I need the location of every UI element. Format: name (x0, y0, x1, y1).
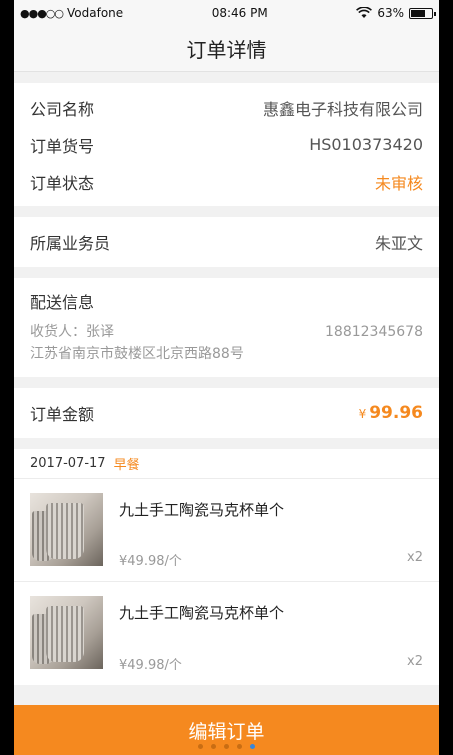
product-quantity: x2 (407, 654, 423, 669)
company-row: 公司名称 惠鑫电子科技有限公司 (14, 89, 439, 126)
product-price: ¥49.98/个 (119, 554, 182, 569)
company-label: 公司名称 (30, 99, 95, 119)
status-time: 08:46 PM (211, 6, 268, 20)
order-status-label: 订单状态 (30, 173, 95, 193)
amount-card: 订单金额 ¥99.96 (14, 388, 439, 438)
page-indicator (14, 744, 439, 749)
order-info-card: 公司名称 惠鑫电子科技有限公司 订单货号 HS010373420 订单状态 未审… (14, 83, 439, 206)
product-image (30, 596, 103, 669)
product-item[interactable]: 九土手工陶瓷马克杯单个 ¥49.98/个 x2 (14, 479, 439, 582)
nav-bar: 订单详情 (14, 26, 439, 72)
meal-type: 早餐 (113, 458, 140, 473)
phone-screen: ●●●○○ Vodafone 08:46 PM 63% 订单详情 公司名称 惠鑫… (14, 0, 439, 755)
wifi-icon (356, 7, 373, 18)
carrier-name: Vodafone (67, 6, 124, 20)
battery-icon (408, 7, 436, 19)
amount-value: 99.96 (369, 403, 423, 423)
signal-strength: ●●●○○ (20, 6, 64, 20)
amount-value-group: ¥99.96 (359, 403, 423, 423)
product-item[interactable]: 九土手工陶瓷马克杯单个 ¥49.98/个 x2 (14, 582, 439, 685)
salesperson-row: 所属业务员 朱亚文 (14, 217, 439, 267)
salesperson-card: 所属业务员 朱亚文 (14, 217, 439, 267)
product-image (30, 493, 103, 566)
product-price: ¥49.98/个 (119, 658, 182, 673)
amount-row: 订单金额 ¥99.96 (14, 388, 439, 438)
amount-label: 订单金额 (30, 405, 95, 424)
order-items-card: 2017-07-17 早餐 九土手工陶瓷马克杯单个 ¥49.98/个 x2 九土… (14, 449, 439, 685)
order-number-row: 订单货号 HS010373420 (14, 126, 439, 163)
order-number-value: HS010373420 (309, 135, 423, 154)
battery-percent: 63% (377, 6, 404, 20)
delivery-title: 配送信息 (30, 293, 95, 312)
order-group-header: 2017-07-17 早餐 (14, 449, 439, 479)
product-name: 九土手工陶瓷马克杯单个 (119, 604, 285, 622)
delivery-card: 配送信息 收货人：张译 18812345678 江苏省南京市鼓楼区北京西路88号 (14, 278, 439, 377)
receiver-phone: 18812345678 (325, 324, 423, 340)
receiver-name: 收货人：张译 (30, 324, 114, 340)
company-value: 惠鑫电子科技有限公司 (262, 99, 423, 119)
salesperson-value: 朱亚文 (374, 234, 423, 253)
edit-order-button[interactable]: 编辑订单 (14, 705, 439, 755)
order-status-badge: 未审核 (374, 173, 423, 193)
page-title: 订单详情 (186, 38, 267, 62)
order-status-row: 订单状态 未审核 (14, 163, 439, 200)
order-number-label: 订单货号 (30, 136, 95, 156)
currency-symbol: ¥ (358, 407, 367, 421)
order-date: 2017-07-17 (30, 456, 106, 471)
product-name: 九土手工陶瓷马克杯单个 (119, 501, 285, 519)
status-bar: ●●●○○ Vodafone 08:46 PM 63% (14, 0, 439, 26)
product-quantity: x2 (407, 550, 423, 565)
edit-order-button-label: 编辑订单 (188, 720, 265, 743)
salesperson-label: 所属业务员 (30, 234, 111, 253)
delivery-address: 江苏省南京市鼓楼区北京西路88号 (30, 346, 244, 362)
